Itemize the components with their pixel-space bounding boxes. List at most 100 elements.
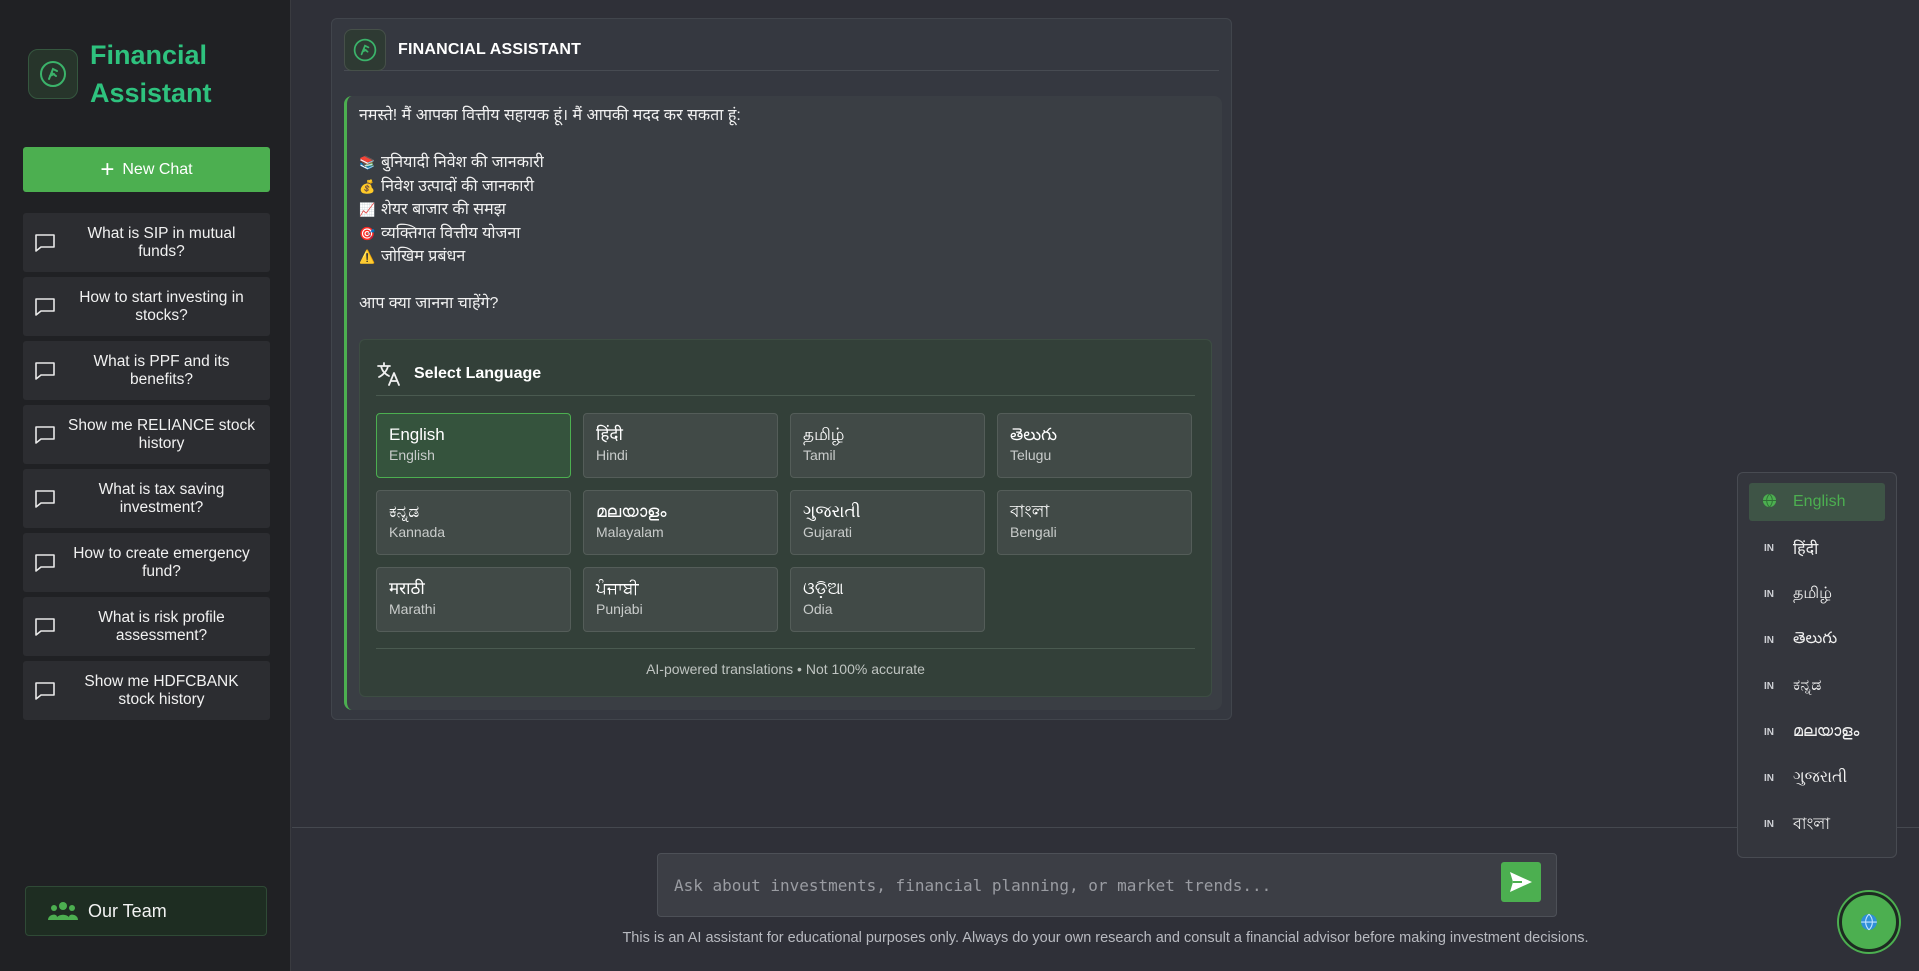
history-item-label: What is risk profile assessment? — [98, 608, 225, 644]
language-native-name: मराठी — [389, 579, 425, 598]
message-text: नमस्ते! मैं आपका वित्तीय सहायक हूं। मैं … — [359, 104, 741, 316]
dropdown-item-label: English — [1793, 493, 1846, 510]
chat-bubble-icon — [35, 681, 55, 700]
language-option-odia[interactable]: ଓଡ଼ିଆ Odia — [790, 567, 985, 632]
globe-icon — [1761, 493, 1777, 511]
history-item-label: Show me RELIANCE stock history — [68, 416, 255, 452]
dropdown-item-gujarati[interactable]: IN ગુજરાતી — [1749, 759, 1885, 797]
language-toggle-button[interactable] — [1839, 892, 1899, 952]
dropdown-item-bengali[interactable]: IN বাংলা — [1749, 805, 1885, 843]
language-option-telugu[interactable]: తెలుగు Telugu — [997, 413, 1192, 478]
india-flag-icon: IN — [1764, 726, 1774, 738]
language-english-name: Punjabi — [596, 601, 643, 617]
language-option-malayalam[interactable]: മലയാളം Malayalam — [583, 490, 778, 555]
language-english-name: Tamil — [803, 447, 836, 463]
new-chat-label: New Chat — [122, 160, 193, 178]
assistant-avatar-icon — [344, 28, 386, 71]
plus-icon: + — [100, 155, 115, 183]
our-team-button[interactable]: Our Team — [25, 886, 267, 936]
history-item[interactable]: What is PPF and its benefits? — [23, 341, 270, 400]
chat-bubble-icon — [35, 489, 55, 508]
our-team-label: Our Team — [88, 900, 167, 921]
money-bag-emoji-icon: 💰 — [359, 178, 376, 194]
history-item[interactable]: Show me HDFCBANK stock history — [23, 661, 270, 720]
history-item-label: How to create emergency fund? — [73, 544, 250, 580]
footer-disclaimer: This is an AI assistant for educational … — [622, 930, 1589, 946]
history-item[interactable]: How to create emergency fund? — [23, 533, 270, 592]
language-option-tamil[interactable]: தமிழ் Tamil — [790, 413, 985, 478]
brand: Financial Assistant — [28, 36, 240, 112]
language-option-english[interactable]: English English — [376, 413, 571, 478]
bullet-text: बुनियादी निवेश की जानकारी — [381, 154, 544, 171]
bullet-text: जोखिम प्रबंधन — [381, 248, 466, 265]
language-native-name: ਪੰਜਾਬੀ — [596, 579, 639, 598]
translate-icon — [377, 361, 400, 386]
logo-icon — [28, 49, 78, 99]
bullet-line: 🎯 व्यक्तिगत वित्तीय योजना — [359, 222, 741, 246]
language-english-name: Bengali — [1010, 524, 1057, 540]
dropdown-item-label: ಕನ್ನಡ — [1793, 677, 1822, 694]
language-native-name: हिंदी — [596, 425, 623, 444]
language-native-name: বাংলা — [1010, 502, 1050, 521]
chat-bubble-icon — [35, 553, 55, 572]
language-option-hindi[interactable]: हिंदी Hindi — [583, 413, 778, 478]
chat-bubble-icon — [35, 297, 55, 316]
bullet-line: 💰 निवेश उत्पादों की जानकारी — [359, 175, 741, 199]
assistant-message: नमस्ते! मैं आपका वित्तीय सहायक हूं। मैं … — [344, 96, 1222, 710]
send-button[interactable] — [1501, 862, 1541, 902]
history-item-label: What is SIP in mutual funds? — [87, 224, 236, 260]
language-native-name: ગુજરાતી — [803, 502, 861, 521]
language-english-name: Gujarati — [803, 524, 853, 540]
language-native-name: English — [389, 425, 445, 444]
language-english-name: Malayalam — [596, 524, 664, 540]
target-emoji-icon: 🎯 — [359, 225, 376, 241]
history-item[interactable]: What is SIP in mutual funds? — [23, 213, 270, 272]
brand-title: Financial Assistant — [90, 40, 212, 108]
dropdown-item-label: தமிழ் — [1793, 585, 1833, 602]
bullet-text: शेयर बाजार की समझ — [381, 201, 506, 218]
language-grid: English English हिंदी Hindi தமிழ் Tamil … — [376, 413, 1192, 632]
dropdown-item-hindi[interactable]: IN हिंदी — [1749, 529, 1885, 567]
dropdown-item-malayalam[interactable]: IN മലയാളം — [1749, 713, 1885, 751]
send-icon — [1510, 872, 1532, 892]
dropdown-item-label: తెలుగు — [1793, 630, 1838, 647]
chat-message-card: FINANCIAL ASSISTANT नमस्ते! मैं आपका वित… — [331, 18, 1232, 720]
history-item[interactable]: How to start investing in stocks? — [23, 277, 270, 336]
assistant-name: FINANCIAL ASSISTANT — [398, 40, 582, 58]
dropdown-item-tamil[interactable]: IN தமிழ் — [1749, 575, 1885, 613]
india-flag-icon: IN — [1764, 818, 1774, 830]
history-item[interactable]: What is tax saving investment? — [23, 469, 270, 528]
india-flag-icon: IN — [1764, 542, 1774, 554]
language-native-name: മലയാളം — [596, 502, 667, 521]
language-panel-title: Select Language — [414, 364, 542, 382]
globe-icon — [1861, 913, 1877, 931]
bullet-line: 📈 शेयर बाजार की समझ — [359, 198, 741, 222]
dropdown-item-kannada[interactable]: IN ಕನ್ನಡ — [1749, 667, 1885, 705]
chat-bubble-icon — [35, 617, 55, 636]
books-emoji-icon: 📚 — [359, 155, 376, 170]
language-option-kannada[interactable]: ಕನ್ನಡ Kannada — [376, 490, 571, 555]
language-option-marathi[interactable]: मराठी Marathi — [376, 567, 571, 632]
dropdown-item-label: বাংলা — [1793, 815, 1830, 833]
language-option-punjabi[interactable]: ਪੰਜਾਬੀ Punjabi — [583, 567, 778, 632]
dropdown-item-english[interactable]: English — [1749, 483, 1885, 521]
language-english-name: Kannada — [389, 524, 446, 540]
message-input[interactable] — [674, 864, 1474, 906]
bullet-line: ⚠️ जोखिम प्रबंधन — [359, 245, 741, 269]
language-native-name: ଓଡ଼ିଆ — [803, 579, 844, 598]
chart-emoji-icon: 📈 — [359, 202, 376, 217]
language-dropdown-menu: English IN हिंदी IN தமிழ் IN తెలుగు IN ಕ… — [1737, 472, 1897, 858]
language-panel-header: Select Language — [376, 352, 1195, 396]
chat-bubble-icon — [35, 233, 55, 252]
dropdown-item-telugu[interactable]: IN తెలుగు — [1749, 621, 1885, 659]
history-item-label: How to start investing in stocks? — [79, 288, 244, 324]
question-text: आप क्या जानना चाहेंगे? — [359, 295, 499, 312]
history-item[interactable]: What is risk profile assessment? — [23, 597, 270, 656]
team-icon — [48, 902, 78, 920]
dropdown-item-label: हिंदी — [1793, 541, 1819, 558]
new-chat-button[interactable]: + New Chat — [23, 147, 270, 192]
history-item[interactable]: Show me RELIANCE stock history — [23, 405, 270, 464]
language-option-gujarati[interactable]: ગુજરાતી Gujarati — [790, 490, 985, 555]
india-flag-icon: IN — [1764, 634, 1774, 646]
language-option-bengali[interactable]: বাংলা Bengali — [997, 490, 1192, 555]
